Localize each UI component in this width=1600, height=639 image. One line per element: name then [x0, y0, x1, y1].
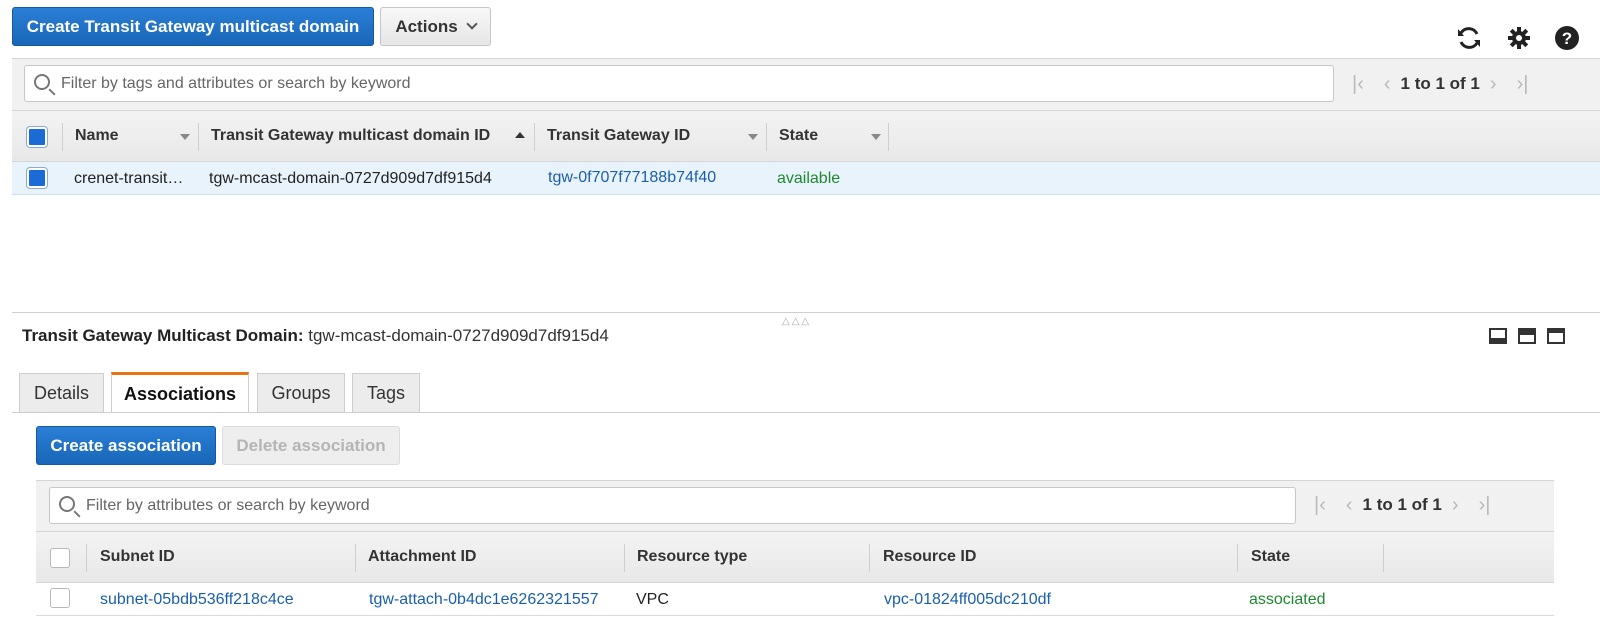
- first-page-icon[interactable]: |‹: [1352, 73, 1364, 96]
- tab-details-label: Details: [33, 383, 90, 403]
- cell-domain-id: tgw-mcast-domain-0727d909d7df915d4: [209, 170, 492, 187]
- prev-page-icon[interactable]: ‹: [1346, 494, 1353, 517]
- search-icon: [59, 496, 75, 512]
- resize-handle-icon[interactable]: △△△: [782, 316, 811, 327]
- tab-details[interactable]: Details: [19, 373, 104, 413]
- column-header-domain-id-label: Transit Gateway multicast domain ID: [211, 127, 491, 144]
- table-row[interactable]: crenet-transit… tgw-mcast-domain-0727d90…: [12, 162, 1600, 195]
- detail-title-value: tgw-mcast-domain-0727d909d7df915d4: [308, 326, 609, 345]
- assoc-pagination: |‹ ‹ 1 to 1 of 1 › ›|: [1304, 493, 1500, 517]
- search-input[interactable]: Filter by tags and attributes or search …: [24, 65, 1334, 102]
- status-badge: associated: [1249, 591, 1326, 608]
- assoc-row-checkbox[interactable]: [50, 588, 70, 608]
- select-all-checkbox[interactable]: [27, 127, 47, 147]
- column-header-name-label: Name: [75, 127, 119, 144]
- table-row[interactable]: subnet-05bdb536ff218c4ce tgw-attach-0b4d…: [36, 583, 1554, 616]
- tab-tags[interactable]: Tags: [352, 373, 420, 413]
- column-header-state-label: State: [779, 127, 819, 144]
- tgw-id-link[interactable]: tgw-0f707f77188b74f40: [548, 169, 716, 187]
- column-header-resource-type-label: Resource type: [637, 548, 748, 565]
- help-icon[interactable]: ?: [1554, 25, 1580, 58]
- detail-title-label: Transit Gateway Multicast Domain:: [22, 326, 304, 345]
- pager-text: 1 to 1 of 1: [1400, 74, 1480, 93]
- column-divider: [62, 123, 63, 151]
- actions-button[interactable]: Actions: [380, 7, 491, 46]
- assoc-search-placeholder: Filter by attributes or search by keywor…: [86, 496, 370, 514]
- svg-text:?: ?: [1562, 29, 1572, 48]
- tab-associations-label: Associations: [123, 383, 237, 404]
- sort-icon[interactable]: [180, 134, 190, 140]
- column-header-attachment-id-label: Attachment ID: [368, 548, 477, 565]
- attachment-id-link[interactable]: tgw-attach-0b4dc1e6262321557: [369, 591, 599, 609]
- column-divider: [1383, 544, 1384, 572]
- next-page-icon[interactable]: ›: [1452, 494, 1459, 517]
- detail-title: Transit Gateway Multicast Domain: tgw-mc…: [22, 326, 609, 346]
- prev-page-icon[interactable]: ‹: [1384, 73, 1391, 96]
- row-checkbox[interactable]: [27, 168, 47, 188]
- pane-split-icon[interactable]: [1518, 328, 1536, 344]
- tab-groups-label: Groups: [271, 383, 331, 403]
- column-header-subnet-id-label: Subnet ID: [100, 548, 175, 565]
- last-page-icon[interactable]: ›|: [1517, 73, 1529, 96]
- sort-icon[interactable]: [748, 134, 758, 140]
- last-page-icon[interactable]: ›|: [1479, 494, 1491, 517]
- tab-groups[interactable]: Groups: [257, 373, 345, 413]
- cell-name: crenet-transit…: [74, 170, 184, 187]
- pagination: |‹ ‹ 1 to 1 of 1 › ›|: [1342, 72, 1538, 96]
- status-badge: available: [777, 170, 841, 187]
- column-divider: [888, 123, 889, 151]
- column-header-tgw-id-label: Transit Gateway ID: [547, 127, 691, 144]
- column-header-domain-id[interactable]: Transit Gateway multicast domain ID: [211, 111, 490, 161]
- assoc-select-all-checkbox[interactable]: [50, 548, 70, 568]
- column-header-name[interactable]: Name: [75, 111, 119, 161]
- search-placeholder: Filter by tags and attributes or search …: [61, 74, 411, 92]
- column-header-tgw-id[interactable]: Transit Gateway ID: [547, 111, 690, 161]
- assoc-pager-text: 1 to 1 of 1: [1362, 495, 1442, 514]
- sort-ascending-icon[interactable]: [515, 132, 525, 138]
- column-divider: [869, 544, 870, 572]
- cell-resource-type: VPC: [636, 591, 669, 608]
- next-page-icon[interactable]: ›: [1490, 73, 1497, 96]
- first-page-icon[interactable]: |‹: [1314, 494, 1326, 517]
- search-icon: [34, 74, 50, 90]
- column-header-resource-id[interactable]: Resource ID: [883, 532, 976, 582]
- column-divider: [1237, 544, 1238, 572]
- column-header-subnet-id[interactable]: Subnet ID: [100, 532, 175, 582]
- subnet-id-link[interactable]: subnet-05bdb536ff218c4ce: [100, 591, 294, 609]
- chevron-down-icon: [466, 18, 478, 30]
- assoc-search-input[interactable]: Filter by attributes or search by keywor…: [49, 487, 1296, 524]
- pane-bottom-icon[interactable]: [1489, 328, 1507, 344]
- column-header-attachment-id[interactable]: Attachment ID: [368, 532, 476, 582]
- column-divider: [86, 544, 87, 572]
- column-divider: [198, 123, 199, 151]
- column-header-resource-type[interactable]: Resource type: [637, 532, 747, 582]
- column-divider: [624, 544, 625, 572]
- pane-divider[interactable]: [12, 312, 1600, 313]
- pane-maximize-icon[interactable]: [1547, 328, 1565, 344]
- column-divider: [766, 123, 767, 151]
- create-association-label: Create association: [50, 435, 202, 455]
- create-association-button[interactable]: Create association: [36, 426, 216, 465]
- assoc-table-header: Subnet ID Attachment ID Resource type Re…: [36, 531, 1554, 583]
- tab-divider: [12, 412, 1600, 413]
- table-header: Name Transit Gateway multicast domain ID…: [12, 110, 1600, 162]
- refresh-icon[interactable]: [1455, 24, 1483, 59]
- column-divider: [355, 544, 356, 572]
- resource-id-link[interactable]: vpc-01824ff005dc210df: [884, 591, 1051, 609]
- delete-association-button[interactable]: Delete association: [222, 426, 400, 465]
- actions-label: Actions: [395, 16, 458, 36]
- gear-icon[interactable]: [1507, 26, 1531, 57]
- delete-association-label: Delete association: [236, 435, 386, 455]
- tab-associations[interactable]: Associations: [111, 372, 249, 413]
- column-header-state[interactable]: State: [779, 111, 818, 161]
- sort-icon[interactable]: [871, 134, 881, 140]
- column-divider: [534, 123, 535, 151]
- column-header-resource-id-label: Resource ID: [883, 548, 977, 565]
- tab-tags-label: Tags: [366, 383, 406, 403]
- create-multicast-domain-button[interactable]: Create Transit Gateway multicast domain: [12, 7, 374, 46]
- create-multicast-domain-label: Create Transit Gateway multicast domain: [26, 16, 360, 36]
- column-header-assoc-state-label: State: [1251, 548, 1291, 565]
- column-header-assoc-state[interactable]: State: [1251, 532, 1290, 582]
